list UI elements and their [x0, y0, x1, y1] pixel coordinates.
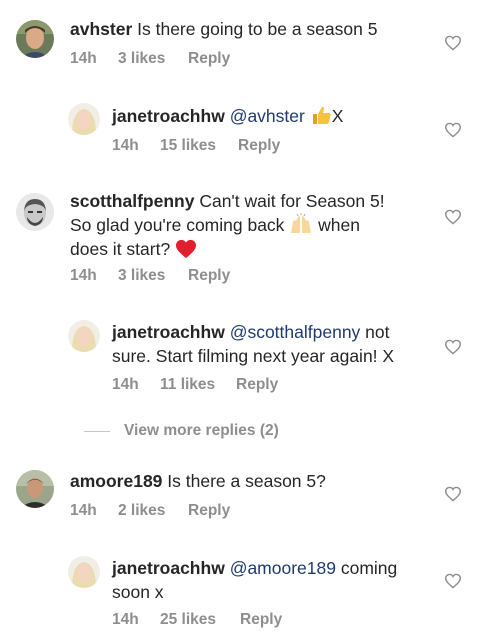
raised-hands-icon [291, 213, 312, 233]
reply-meta: 14h 15 likes Reply [112, 137, 280, 155]
mention-link[interactable]: @scotthalfpenny [230, 322, 361, 342]
heart-icon[interactable] [444, 122, 462, 138]
reply-meta: 14h 25 likes Reply [112, 611, 282, 629]
likes-count[interactable]: 15 likes [160, 137, 238, 155]
reply-button[interactable]: Reply [188, 50, 230, 68]
heart-icon[interactable] [444, 486, 462, 502]
likes-count[interactable]: 3 likes [118, 267, 188, 285]
timestamp: 14h [70, 502, 97, 519]
heart-icon[interactable] [444, 339, 462, 355]
heart-icon[interactable] [444, 35, 462, 51]
reply-meta: 14h 11 likes Reply [112, 376, 278, 394]
username[interactable]: janetroachhw [112, 322, 225, 342]
username[interactable]: janetroachhw [112, 558, 225, 578]
likes-count[interactable]: 2 likes [118, 502, 188, 520]
comment-meta: 14h 3 likes Reply [70, 267, 230, 285]
red-heart-icon [176, 239, 197, 259]
comment-meta: 14h 3 likes Reply [70, 50, 230, 68]
timestamp: 14h [112, 611, 139, 628]
timestamp: 14h [70, 267, 97, 284]
avatar[interactable] [16, 20, 54, 58]
reply-text: janetroachhw @avhster X [112, 106, 344, 126]
avatar[interactable] [68, 320, 100, 352]
mention-link[interactable]: @avhster [230, 106, 305, 126]
view-more-label: View more replies (2) [124, 422, 279, 439]
avatar[interactable] [68, 556, 100, 588]
reply-button[interactable]: Reply [188, 502, 230, 520]
avatar[interactable] [16, 470, 54, 508]
username[interactable]: scotthalfpenny [70, 191, 194, 211]
comment-meta: 14h 2 likes Reply [70, 502, 230, 520]
reply-button[interactable]: Reply [188, 267, 230, 285]
reply-button[interactable]: Reply [240, 611, 282, 629]
avatar[interactable] [68, 103, 100, 135]
timestamp: 14h [112, 376, 139, 393]
timestamp: 14h [112, 137, 139, 154]
heart-icon[interactable] [444, 209, 462, 225]
likes-count[interactable]: 11 likes [160, 376, 236, 394]
avatar[interactable] [16, 193, 54, 231]
reply-text: janetroachhw @amoore189 coming soon x [112, 558, 398, 602]
likes-count[interactable]: 3 likes [118, 50, 188, 68]
comment-text: amoore189 Is there a season 5? [70, 471, 326, 491]
mention-link[interactable]: @amoore189 [230, 558, 336, 578]
heart-icon[interactable] [444, 573, 462, 589]
comment-text: avhster Is there going to be a season 5 [70, 19, 378, 39]
timestamp: 14h [70, 50, 97, 67]
divider [84, 430, 110, 432]
username[interactable]: janetroachhw [112, 106, 225, 126]
username[interactable]: avhster [70, 19, 132, 39]
likes-count[interactable]: 25 likes [160, 611, 240, 629]
thumbs-up-icon [312, 106, 331, 124]
reply-button[interactable]: Reply [238, 137, 280, 155]
reply-button[interactable]: Reply [236, 376, 278, 394]
view-more-replies-button[interactable]: View more replies (2) [84, 422, 279, 440]
reply-text: janetroachhw @scotthalfpenny not sure. S… [112, 322, 395, 366]
comment-text: scotthalfpenny Can't wait for Season 5! … [70, 191, 385, 259]
username[interactable]: amoore189 [70, 471, 162, 491]
